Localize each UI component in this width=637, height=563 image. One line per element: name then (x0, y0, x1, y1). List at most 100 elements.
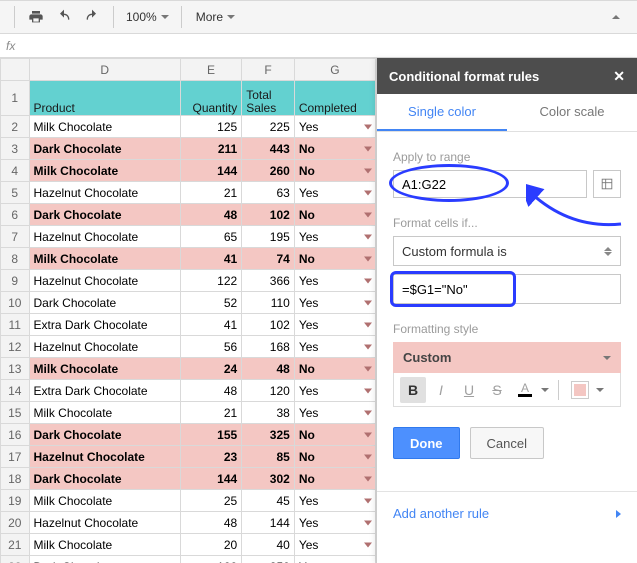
header-cell-product[interactable]: Product (29, 81, 180, 116)
dropdown-icon[interactable] (364, 190, 372, 195)
row-header[interactable]: 12 (1, 336, 30, 358)
text-color-button[interactable]: A (512, 377, 538, 403)
cell-product[interactable]: Hazelnut Chocolate (29, 336, 180, 358)
cell-product[interactable]: Milk Chocolate (29, 358, 180, 380)
dropdown-icon[interactable] (364, 278, 372, 283)
cell-total-sales[interactable]: 102 (242, 204, 295, 226)
cell-completed[interactable]: No (294, 204, 375, 226)
cell-completed[interactable]: No (294, 446, 375, 468)
header-cell-total-sales[interactable]: Total Sales (242, 81, 295, 116)
cell-product[interactable]: Milk Chocolate (29, 402, 180, 424)
cell-quantity[interactable]: 56 (180, 336, 241, 358)
col-header-d[interactable]: D (29, 59, 180, 81)
cell-quantity[interactable]: 125 (180, 116, 241, 138)
cell-quantity[interactable]: 52 (180, 292, 241, 314)
cell-product[interactable]: Extra Dark Chocolate (29, 380, 180, 402)
dropdown-icon[interactable] (364, 454, 372, 459)
spreadsheet-grid[interactable]: D E F G 1 Product Quantity Total Sales C… (0, 58, 376, 563)
strikethrough-button[interactable]: S (484, 377, 510, 403)
dropdown-icon[interactable] (364, 256, 372, 261)
row-header[interactable]: 3 (1, 138, 30, 160)
cell-completed[interactable]: No (294, 248, 375, 270)
row-header[interactable]: 8 (1, 248, 30, 270)
cancel-button[interactable]: Cancel (470, 427, 544, 459)
cell-total-sales[interactable]: 325 (242, 424, 295, 446)
cell-completed[interactable]: Yes (294, 270, 375, 292)
dropdown-icon[interactable] (364, 388, 372, 393)
cell-product[interactable]: Milk Chocolate (29, 160, 180, 182)
cell-total-sales[interactable]: 63 (242, 182, 295, 204)
select-range-icon[interactable] (593, 170, 621, 198)
cell-product[interactable]: Hazelnut Chocolate (29, 512, 180, 534)
col-header-g[interactable]: G (294, 59, 375, 81)
cell-total-sales[interactable]: 85 (242, 446, 295, 468)
row-header[interactable]: 6 (1, 204, 30, 226)
row-header[interactable]: 16 (1, 424, 30, 446)
cell-quantity[interactable]: 155 (180, 424, 241, 446)
cell-quantity[interactable]: 144 (180, 468, 241, 490)
cell-completed[interactable]: Yes (294, 490, 375, 512)
cell-product[interactable]: Milk Chocolate (29, 490, 180, 512)
cell-quantity[interactable]: 20 (180, 534, 241, 556)
cell-total-sales[interactable]: 110 (242, 292, 295, 314)
cell-completed[interactable]: Yes (294, 336, 375, 358)
cell-quantity[interactable]: 48 (180, 380, 241, 402)
cell-total-sales[interactable]: 195 (242, 226, 295, 248)
row-header[interactable]: 14 (1, 380, 30, 402)
cell-quantity[interactable]: 24 (180, 358, 241, 380)
cell-total-sales[interactable]: 250 (242, 556, 295, 563)
undo-icon[interactable] (51, 4, 77, 30)
cell-quantity[interactable]: 100 (180, 556, 241, 563)
cell-quantity[interactable]: 21 (180, 182, 241, 204)
cell-completed[interactable]: No (294, 424, 375, 446)
fill-color-menu[interactable] (595, 377, 605, 403)
zoom-select[interactable]: 100% (122, 10, 173, 24)
tab-single-color[interactable]: Single color (377, 94, 507, 131)
cell-product[interactable]: Hazelnut Chocolate (29, 226, 180, 248)
cell-completed[interactable]: Yes (294, 402, 375, 424)
dropdown-icon[interactable] (364, 366, 372, 371)
italic-button[interactable]: I (428, 377, 454, 403)
cell-total-sales[interactable]: 260 (242, 160, 295, 182)
cell-total-sales[interactable]: 225 (242, 116, 295, 138)
underline-button[interactable]: U (456, 377, 482, 403)
fill-color-button[interactable] (567, 377, 593, 403)
cell-product[interactable]: Hazelnut Chocolate (29, 182, 180, 204)
cell-completed[interactable]: No (294, 468, 375, 490)
dropdown-icon[interactable] (364, 476, 372, 481)
condition-select[interactable]: Custom formula is (393, 236, 621, 266)
cell-product[interactable]: Milk Chocolate (29, 534, 180, 556)
row-header[interactable]: 11 (1, 314, 30, 336)
cell-total-sales[interactable]: 144 (242, 512, 295, 534)
row-header[interactable]: 13 (1, 358, 30, 380)
dropdown-icon[interactable] (364, 124, 372, 129)
row-header[interactable]: 18 (1, 468, 30, 490)
cell-total-sales[interactable]: 168 (242, 336, 295, 358)
cell-total-sales[interactable]: 120 (242, 380, 295, 402)
cell-completed[interactable]: Yes (294, 116, 375, 138)
cell-quantity[interactable]: 211 (180, 138, 241, 160)
formula-input[interactable] (393, 274, 621, 304)
header-cell-completed[interactable]: Completed (294, 81, 375, 116)
row-header[interactable]: 2 (1, 116, 30, 138)
cell-completed[interactable]: Yes (294, 292, 375, 314)
cell-product[interactable]: Milk Chocolate (29, 116, 180, 138)
cell-quantity[interactable]: 25 (180, 490, 241, 512)
row-header[interactable]: 7 (1, 226, 30, 248)
cell-quantity[interactable]: 41 (180, 314, 241, 336)
cell-total-sales[interactable]: 40 (242, 534, 295, 556)
dropdown-icon[interactable] (364, 542, 372, 547)
cell-product[interactable]: Milk Chocolate (29, 248, 180, 270)
more-menu[interactable]: More (190, 10, 241, 24)
dropdown-icon[interactable] (364, 322, 372, 327)
row-header[interactable]: 22 (1, 556, 30, 563)
cell-product[interactable]: Hazelnut Chocolate (29, 270, 180, 292)
cell-quantity[interactable]: 122 (180, 270, 241, 292)
select-all-cell[interactable] (1, 59, 30, 81)
bold-button[interactable]: B (400, 377, 426, 403)
redo-icon[interactable] (79, 4, 105, 30)
cell-product[interactable]: Dark Chocolate (29, 138, 180, 160)
cell-total-sales[interactable]: 102 (242, 314, 295, 336)
dropdown-icon[interactable] (364, 498, 372, 503)
cell-quantity[interactable]: 65 (180, 226, 241, 248)
